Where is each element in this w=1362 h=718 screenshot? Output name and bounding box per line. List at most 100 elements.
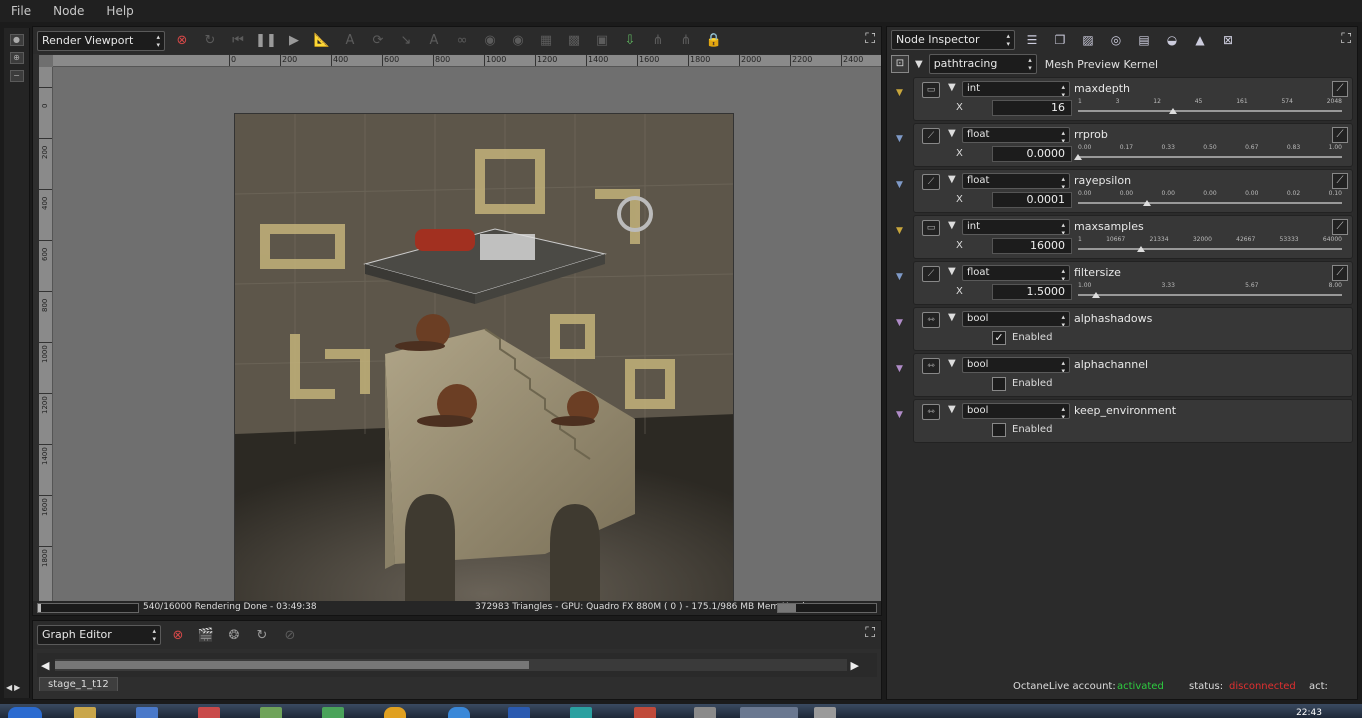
app5-taskbar-icon[interactable]: [384, 707, 406, 718]
collapse-triangle-icon[interactable]: ▼: [915, 59, 923, 70]
pick-icon[interactable]: ↘: [395, 30, 417, 52]
param-slider[interactable]: 1 3 12 45 161 574 2048: [1078, 98, 1342, 116]
graph-tab[interactable]: stage_1_t12: [39, 677, 118, 691]
zoom-icon[interactable]: ⊕: [9, 52, 24, 64]
menu-node[interactable]: Node: [42, 4, 95, 18]
app8-taskbar-icon[interactable]: [634, 707, 656, 718]
collapse-triangle-icon[interactable]: ▼: [948, 358, 956, 369]
curve-icon[interactable]: ⟋: [1332, 265, 1348, 281]
camera-icon[interactable]: ◎: [1105, 29, 1127, 51]
render-canvas-area[interactable]: 0 200 400 600 800 1000 1200 1400 1600 1800 2000 220…: [39, 55, 881, 613]
collapse-triangle-icon[interactable]: ▼: [948, 82, 956, 93]
param-slider[interactable]: 0.00 0.00 0.00 0.00 0.00 0.02 0.10: [1078, 190, 1342, 208]
input-pin-icon[interactable]: ▼: [896, 410, 903, 420]
bool-node-icon[interactable]: ⇿: [922, 312, 940, 328]
delete-node-icon[interactable]: ⊗: [167, 624, 189, 646]
slider-thumb[interactable]: [1074, 154, 1082, 160]
input-pin-icon[interactable]: ▼: [896, 134, 903, 144]
float-node-icon[interactable]: ⟋: [922, 128, 940, 144]
param-type-select[interactable]: bool: [962, 311, 1070, 327]
reset-icon[interactable]: ↻: [199, 30, 221, 52]
grid-icon[interactable]: ▩: [563, 30, 585, 52]
input-pin-icon[interactable]: ▼: [896, 226, 903, 236]
ruler-icon[interactable]: 📐: [311, 30, 333, 52]
input-pin-icon[interactable]: ▼: [896, 180, 903, 190]
kernel-node-icon[interactable]: ⊡: [891, 55, 909, 73]
start-button-icon[interactable]: [8, 707, 42, 718]
param-type-select[interactable]: float: [962, 127, 1070, 143]
sphere-icon[interactable]: ◉: [479, 30, 501, 52]
curve-icon[interactable]: ⟋: [1332, 173, 1348, 189]
kernel-type-select[interactable]: pathtracing: [928, 54, 1037, 74]
panel-nav-arrows[interactable]: ◀▶: [6, 683, 22, 692]
region-icon[interactable]: ▦: [535, 30, 557, 52]
inspector-panel-select[interactable]: Node Inspector: [891, 30, 1015, 50]
graph-panel-select[interactable]: Graph Editor: [37, 625, 161, 645]
param-type-select[interactable]: bool: [962, 357, 1070, 373]
bool-node-icon[interactable]: ⇿: [922, 358, 940, 374]
nodes-icon[interactable]: ❂: [223, 624, 245, 646]
rotate-icon[interactable]: ⟳: [367, 30, 389, 52]
settings-icon[interactable]: ⊠: [1217, 29, 1239, 51]
lock-icon[interactable]: 🔒: [703, 30, 725, 52]
bool-node-icon[interactable]: ⇿: [922, 404, 940, 420]
app2-taskbar-icon[interactable]: [198, 707, 220, 718]
tree2-icon[interactable]: ⋔: [675, 30, 697, 52]
param-slider[interactable]: 1.00 3.33 5.67 8.00: [1078, 282, 1342, 300]
app7-taskbar-icon[interactable]: [570, 707, 592, 718]
param-type-select[interactable]: float: [962, 173, 1070, 189]
app4-taskbar-icon[interactable]: [322, 707, 344, 718]
dot-icon[interactable]: ●: [9, 34, 24, 46]
collapse-triangle-icon[interactable]: ▼: [948, 128, 956, 139]
param-type-select[interactable]: float: [962, 265, 1070, 281]
folder-taskbar-icon[interactable]: [74, 707, 96, 718]
tree-icon[interactable]: ⋔: [647, 30, 669, 52]
play-icon[interactable]: ▶: [283, 30, 305, 52]
scroll-left-icon[interactable]: ◀: [41, 659, 49, 672]
input-pin-icon[interactable]: ▼: [896, 364, 903, 374]
param-type-select[interactable]: bool: [962, 403, 1070, 419]
menu-help[interactable]: Help: [95, 4, 144, 18]
minus-icon[interactable]: −: [9, 70, 24, 82]
param-value-field[interactable]: 0.0001: [992, 192, 1072, 208]
disabled-icon[interactable]: ⊘: [279, 624, 301, 646]
clapper-icon[interactable]: 🎬: [195, 624, 217, 646]
kernel-icon[interactable]: ▤: [1133, 29, 1155, 51]
collapse-triangle-icon[interactable]: ▼: [948, 220, 956, 231]
input-pin-icon[interactable]: ▼: [896, 88, 903, 98]
param-value-field[interactable]: 1.5000: [992, 284, 1072, 300]
app-taskbar-icon[interactable]: [136, 707, 158, 718]
slider-thumb[interactable]: [1142, 200, 1151, 206]
refresh-icon[interactable]: ↻: [251, 624, 273, 646]
pause-icon[interactable]: ❚❚: [255, 30, 277, 52]
input-pin-icon[interactable]: ▼: [896, 318, 903, 328]
float-node-icon[interactable]: ⟋: [922, 266, 940, 282]
graph-scrollbar[interactable]: [55, 659, 847, 671]
app6-taskbar-icon[interactable]: [508, 707, 530, 718]
af-icon[interactable]: A: [423, 30, 445, 52]
int-node-icon[interactable]: ▭: [922, 220, 940, 236]
scroll-right-icon[interactable]: ▶: [851, 659, 859, 672]
autofocus-icon[interactable]: A: [339, 30, 361, 52]
app10-taskbar-icon[interactable]: [814, 707, 836, 718]
image-icon[interactable]: ▨: [1077, 29, 1099, 51]
enabled-checkbox[interactable]: [992, 377, 1006, 391]
param-value-field[interactable]: 0.0000: [992, 146, 1072, 162]
sphere2-icon[interactable]: ◉: [507, 30, 529, 52]
collapse-triangle-icon[interactable]: ▼: [948, 404, 956, 415]
slider-thumb[interactable]: [1137, 246, 1146, 252]
enabled-checkbox[interactable]: ✓: [992, 331, 1006, 345]
enabled-checkbox[interactable]: [992, 423, 1006, 437]
imager-icon[interactable]: ▲: [1189, 29, 1211, 51]
panel-type-select[interactable]: Render Viewport: [37, 30, 165, 51]
curve-icon[interactable]: ⟋: [1332, 219, 1348, 235]
browser-taskbar-icon[interactable]: [448, 707, 470, 718]
param-slider[interactable]: 0.00 0.17 0.33 0.50 0.67 0.83 1.00: [1074, 144, 1342, 162]
export-icon[interactable]: ⇩: [619, 30, 641, 52]
environment-icon[interactable]: ◒: [1161, 29, 1183, 51]
collapse-triangle-icon[interactable]: ▼: [948, 312, 956, 323]
rewind-icon[interactable]: ⏮: [227, 30, 249, 52]
collapse-triangle-icon[interactable]: ▼: [948, 266, 956, 277]
app9-taskbar-icon[interactable]: [694, 707, 716, 718]
param-type-select[interactable]: int: [962, 81, 1070, 97]
